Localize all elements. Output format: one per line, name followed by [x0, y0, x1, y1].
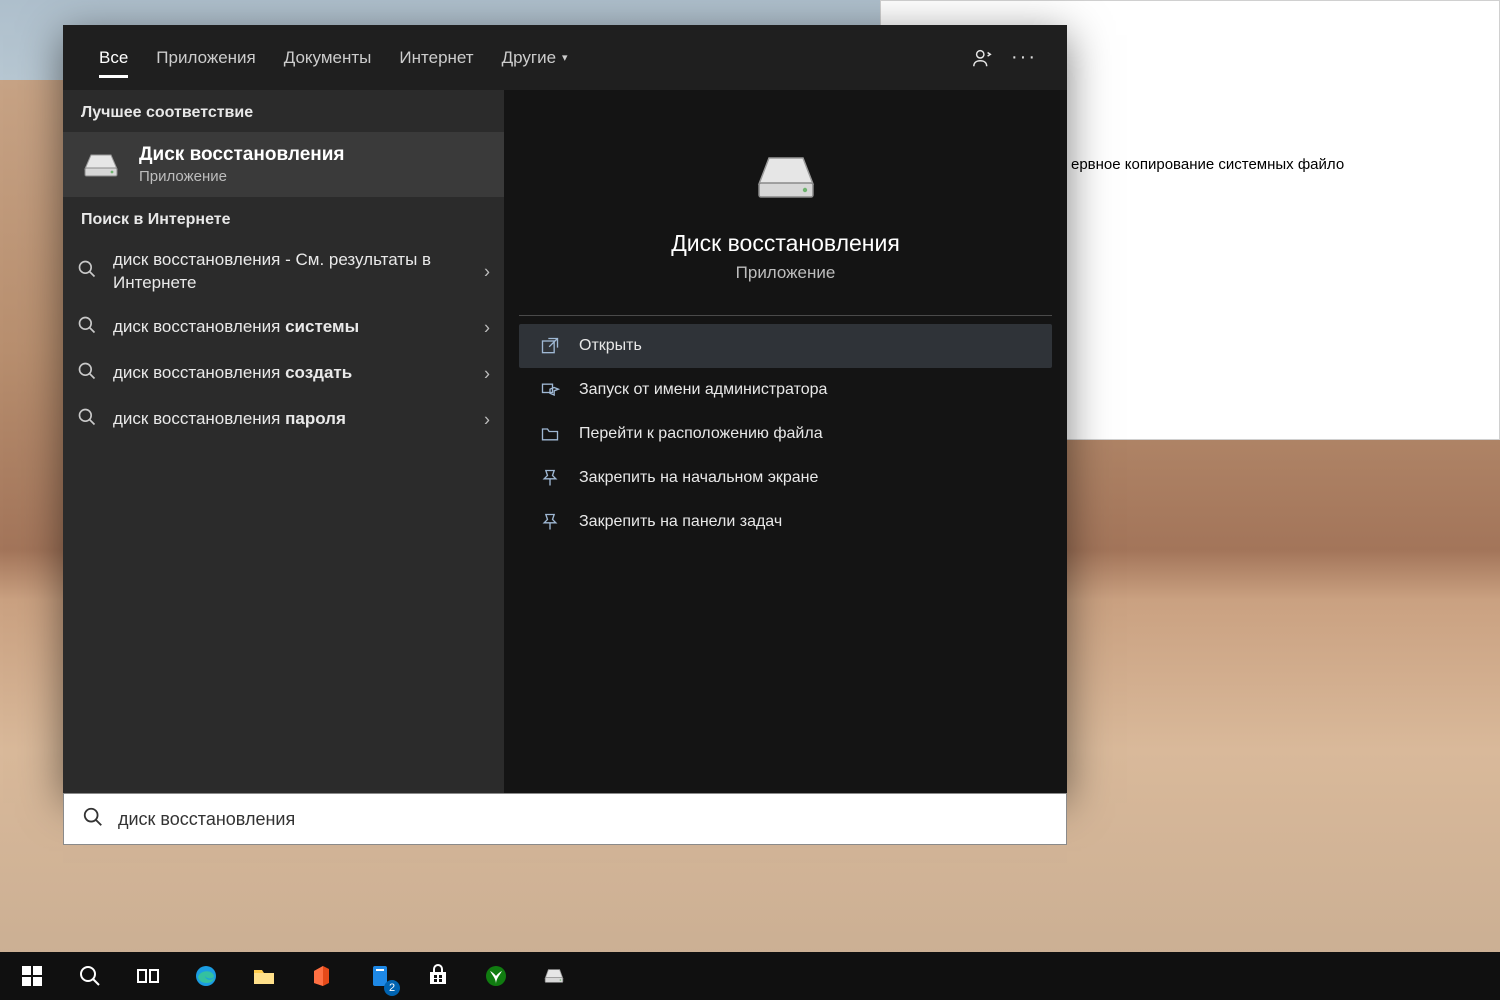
results-list: Лучшее соответствие Диск восстановления … — [63, 90, 504, 793]
background-window-text: ервное копирование системных файло — [1071, 156, 1344, 173]
action-open-location[interactable]: Перейти к расположению файла — [519, 412, 1052, 456]
web-result-2-text: диск восстановления создать — [113, 362, 352, 385]
best-match-heading: Лучшее соответствие — [63, 90, 504, 132]
action-pin-taskbar-label: Закрепить на панели задач — [579, 513, 782, 531]
action-pin-taskbar[interactable]: Закрепить на панели задач — [519, 500, 1052, 544]
web-result-3-text: диск восстановления пароля — [113, 408, 346, 431]
web-results-heading: Поиск в Интернете — [63, 197, 504, 239]
taskbar-office[interactable] — [294, 952, 350, 1000]
taskbar-explorer[interactable] — [236, 952, 292, 1000]
web-result-0-text: диск восстановления - См. результаты в И… — [113, 249, 443, 295]
taskbar-search-button[interactable] — [62, 952, 118, 1000]
chevron-right-icon: › — [484, 363, 490, 384]
tab-documents[interactable]: Документы — [270, 25, 386, 90]
preview-actions: Открыть Запуск от имени администратора П… — [504, 324, 1067, 544]
search-input[interactable] — [118, 809, 1048, 830]
drive-icon — [81, 145, 121, 185]
best-match-item[interactable]: Диск восстановления Приложение — [63, 132, 504, 197]
taskbar-edge[interactable] — [178, 952, 234, 1000]
search-box[interactable] — [63, 793, 1067, 845]
action-run-admin-label: Запуск от имени администратора — [579, 381, 827, 399]
search-icon — [77, 259, 103, 285]
search-tabs: Все Приложения Документы Интернет Другие… — [63, 25, 1067, 90]
action-run-admin[interactable]: Запуск от имени администратора — [519, 368, 1052, 412]
web-result-2[interactable]: диск восстановления создать › — [63, 351, 504, 397]
taskbar-recovery-drive[interactable] — [526, 952, 582, 1000]
search-icon — [82, 806, 104, 833]
pin-icon — [539, 467, 561, 489]
web-result-1-text: диск восстановления системы — [113, 316, 359, 339]
start-button[interactable] — [4, 952, 60, 1000]
taskbar-store[interactable] — [410, 952, 466, 1000]
tab-apps[interactable]: Приложения — [142, 25, 269, 90]
web-result-1[interactable]: диск восстановления системы › — [63, 305, 504, 351]
taskbar-tips[interactable]: 2 — [352, 952, 408, 1000]
search-icon — [77, 315, 103, 341]
preview-title: Диск восстановления — [671, 230, 900, 257]
chevron-right-icon: › — [484, 409, 490, 430]
tab-internet[interactable]: Интернет — [385, 25, 487, 90]
pin-icon — [539, 511, 561, 533]
tab-web-label: Интернет — [399, 48, 473, 68]
search-icon — [77, 407, 103, 433]
chevron-down-icon: ▾ — [562, 51, 568, 64]
web-result-3[interactable]: диск восстановления пароля › — [63, 397, 504, 443]
action-open[interactable]: Открыть — [519, 324, 1052, 368]
open-icon — [539, 335, 561, 357]
best-match-title: Диск восстановления — [139, 144, 345, 166]
tab-more[interactable]: Другие ▾ — [488, 25, 582, 90]
tab-all[interactable]: Все — [85, 25, 142, 90]
action-pin-start[interactable]: Закрепить на начальном экране — [519, 456, 1052, 500]
search-icon — [77, 361, 103, 387]
drive-icon — [751, 150, 821, 204]
chevron-right-icon: › — [484, 261, 490, 282]
shield-icon — [539, 379, 561, 401]
tab-more-label: Другие — [502, 48, 556, 68]
tab-docs-label: Документы — [284, 48, 372, 68]
search-flyout: Все Приложения Документы Интернет Другие… — [63, 25, 1067, 793]
chevron-right-icon: › — [484, 317, 490, 338]
action-open-location-label: Перейти к расположению файла — [579, 425, 823, 443]
best-match-subtitle: Приложение — [139, 168, 345, 185]
tab-apps-label: Приложения — [156, 48, 255, 68]
divider — [519, 315, 1052, 316]
action-open-label: Открыть — [579, 337, 642, 355]
folder-icon — [539, 423, 561, 445]
more-options-icon[interactable]: ··· — [1003, 46, 1045, 69]
preview-subtitle: Приложение — [736, 263, 836, 283]
task-view-button[interactable] — [120, 952, 176, 1000]
action-pin-start-label: Закрепить на начальном экране — [579, 469, 818, 487]
taskbar-tips-badge: 2 — [384, 980, 400, 996]
tab-all-label: Все — [99, 48, 128, 68]
feedback-icon[interactable] — [963, 38, 1003, 78]
preview-pane: Диск восстановления Приложение Открыть З… — [504, 90, 1067, 793]
taskbar: 2 — [0, 952, 1500, 1000]
web-result-0[interactable]: диск восстановления - См. результаты в И… — [63, 239, 504, 305]
taskbar-xbox[interactable] — [468, 952, 524, 1000]
